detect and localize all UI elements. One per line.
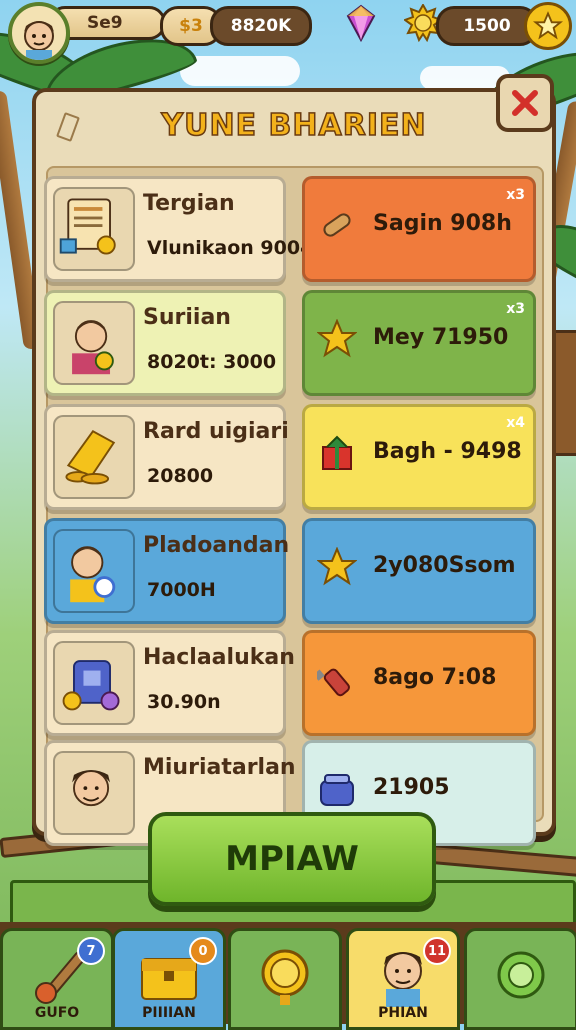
- reward-item-card[interactable]: Tergian Vlunikaon 90040: [44, 176, 327, 282]
- gem-icon[interactable]: [346, 4, 376, 42]
- star-icon: [533, 11, 563, 40]
- reward-item-card[interactable]: Suriian 8020t: 3000: [44, 290, 286, 396]
- bullet-icon: [323, 213, 351, 237]
- reward-label: Sagin 908h: [373, 211, 512, 236]
- item-icon-box: [53, 415, 135, 499]
- bottle-icon: [317, 668, 350, 697]
- play-button-label: MPIAW: [225, 839, 359, 879]
- reward-label: Mey 71950: [373, 325, 509, 350]
- item-title: Tergian: [143, 191, 235, 216]
- multiplier-badge: x3: [506, 301, 525, 317]
- reward-row: Haclaalukan 30.90n 8ago 7:08: [44, 630, 536, 736]
- star-icon: [317, 547, 357, 586]
- gold-pill[interactable]: 8820K: [210, 6, 312, 46]
- gold-value: 8820K: [230, 16, 292, 36]
- play-button[interactable]: MPIAW: [148, 812, 436, 906]
- multiplier-badge: x4: [506, 415, 525, 431]
- reward-row: Suriian 8020t: 3000 Mey 71950 x3: [44, 290, 536, 396]
- nav-tab[interactable]: 11 PHIAN: [346, 928, 460, 1030]
- gold-ticket-icon: [65, 430, 116, 485]
- reward-item-card[interactable]: Haclaalukan 30.90n: [44, 630, 295, 736]
- item-title: Suriian: [143, 305, 231, 330]
- nav-tab[interactable]: [464, 928, 576, 1030]
- reward-row: Pladoandan 7000H 2y080Ssom: [44, 518, 536, 624]
- reward-row: Rard uigiari 20800 Bagh - 9498 x4: [44, 404, 536, 510]
- item-icon-box: [53, 187, 135, 271]
- reward-value-card[interactable]: 2y080Ssom: [302, 518, 536, 624]
- green-orb-icon: [497, 951, 545, 999]
- stars-pill[interactable]: 1500: [436, 6, 538, 46]
- reward-value-card[interactable]: Sagin 908h x3: [302, 176, 536, 282]
- item-icon-box: [53, 751, 135, 835]
- nav-tab[interactable]: 7 GUFO: [0, 928, 114, 1030]
- item-icon-box: [53, 529, 135, 613]
- reward-label: 2y080Ssom: [373, 553, 516, 578]
- nav-badge: 11: [423, 937, 451, 965]
- panel-title: YUNE BHARIEN: [161, 107, 427, 144]
- item-icon-box: [53, 301, 135, 385]
- treasure-bag-icon: [62, 660, 120, 711]
- reward-value-card[interactable]: Bagh - 9498 x4: [302, 404, 536, 510]
- reward-label: 8ago 7:08: [373, 665, 497, 690]
- add-stars-button[interactable]: [524, 2, 572, 50]
- jar-icon: [320, 774, 354, 806]
- item-title: Pladoandan: [143, 533, 290, 558]
- nav-tab[interactable]: [228, 928, 342, 1030]
- item-title: Rard uigiari: [143, 419, 289, 444]
- nav-badge: 7: [77, 937, 105, 965]
- reward-item-card[interactable]: Pladoandan 7000H: [44, 518, 290, 624]
- player-avatar[interactable]: [8, 2, 70, 64]
- stars-value: 1500: [463, 16, 511, 36]
- top-hud: Se9 $3 8820K 1500: [0, 0, 576, 64]
- villager-icon: [72, 320, 114, 375]
- reward-value-card[interactable]: Mey 71950 x3: [302, 290, 536, 396]
- reward-label: Bagh - 9498: [373, 439, 522, 464]
- multiplier-badge: x3: [506, 187, 525, 203]
- villager-coin-icon: [70, 546, 116, 603]
- item-icon-box: [53, 641, 135, 725]
- reward-item-card[interactable]: Rard uigiari 20800: [44, 404, 289, 510]
- close-icon: [512, 90, 538, 116]
- close-button[interactable]: [496, 74, 554, 132]
- reward-label: 21905: [373, 775, 450, 800]
- item-title: Miuriatarlan: [143, 755, 296, 780]
- nav-label: PHIAN: [378, 1005, 428, 1021]
- item-subtitle: Vlunikaon 90040: [147, 237, 327, 259]
- nav-label: GUFO: [34, 1005, 80, 1021]
- player-face-icon: [24, 21, 54, 60]
- item-subtitle: 7000H: [147, 579, 216, 601]
- level-label: Se9: [87, 13, 123, 33]
- item-subtitle: 8020t: 3000: [147, 351, 277, 373]
- gift-icon: [322, 435, 352, 470]
- nav-label: PIIIIAN: [142, 1005, 196, 1021]
- coins-value: $3: [179, 16, 203, 36]
- nav-tab[interactable]: 0 PIIIIAN: [112, 928, 226, 1030]
- boy-icon: [72, 770, 111, 807]
- fence: [419, 842, 576, 878]
- star-icon: [317, 319, 357, 358]
- item-subtitle: 30.90n: [147, 691, 221, 713]
- gold-coin-icon: [261, 949, 309, 1005]
- cloud: [180, 56, 300, 86]
- item-title: Haclaalukan: [143, 645, 295, 670]
- nav-badge: 0: [189, 937, 217, 965]
- item-subtitle: 20800: [147, 465, 214, 487]
- reward-row: Tergian Vlunikaon 90040 Sagin 908h x3: [44, 176, 536, 282]
- reward-value-card[interactable]: 8ago 7:08: [302, 630, 536, 736]
- scroll-icon: [59, 198, 116, 255]
